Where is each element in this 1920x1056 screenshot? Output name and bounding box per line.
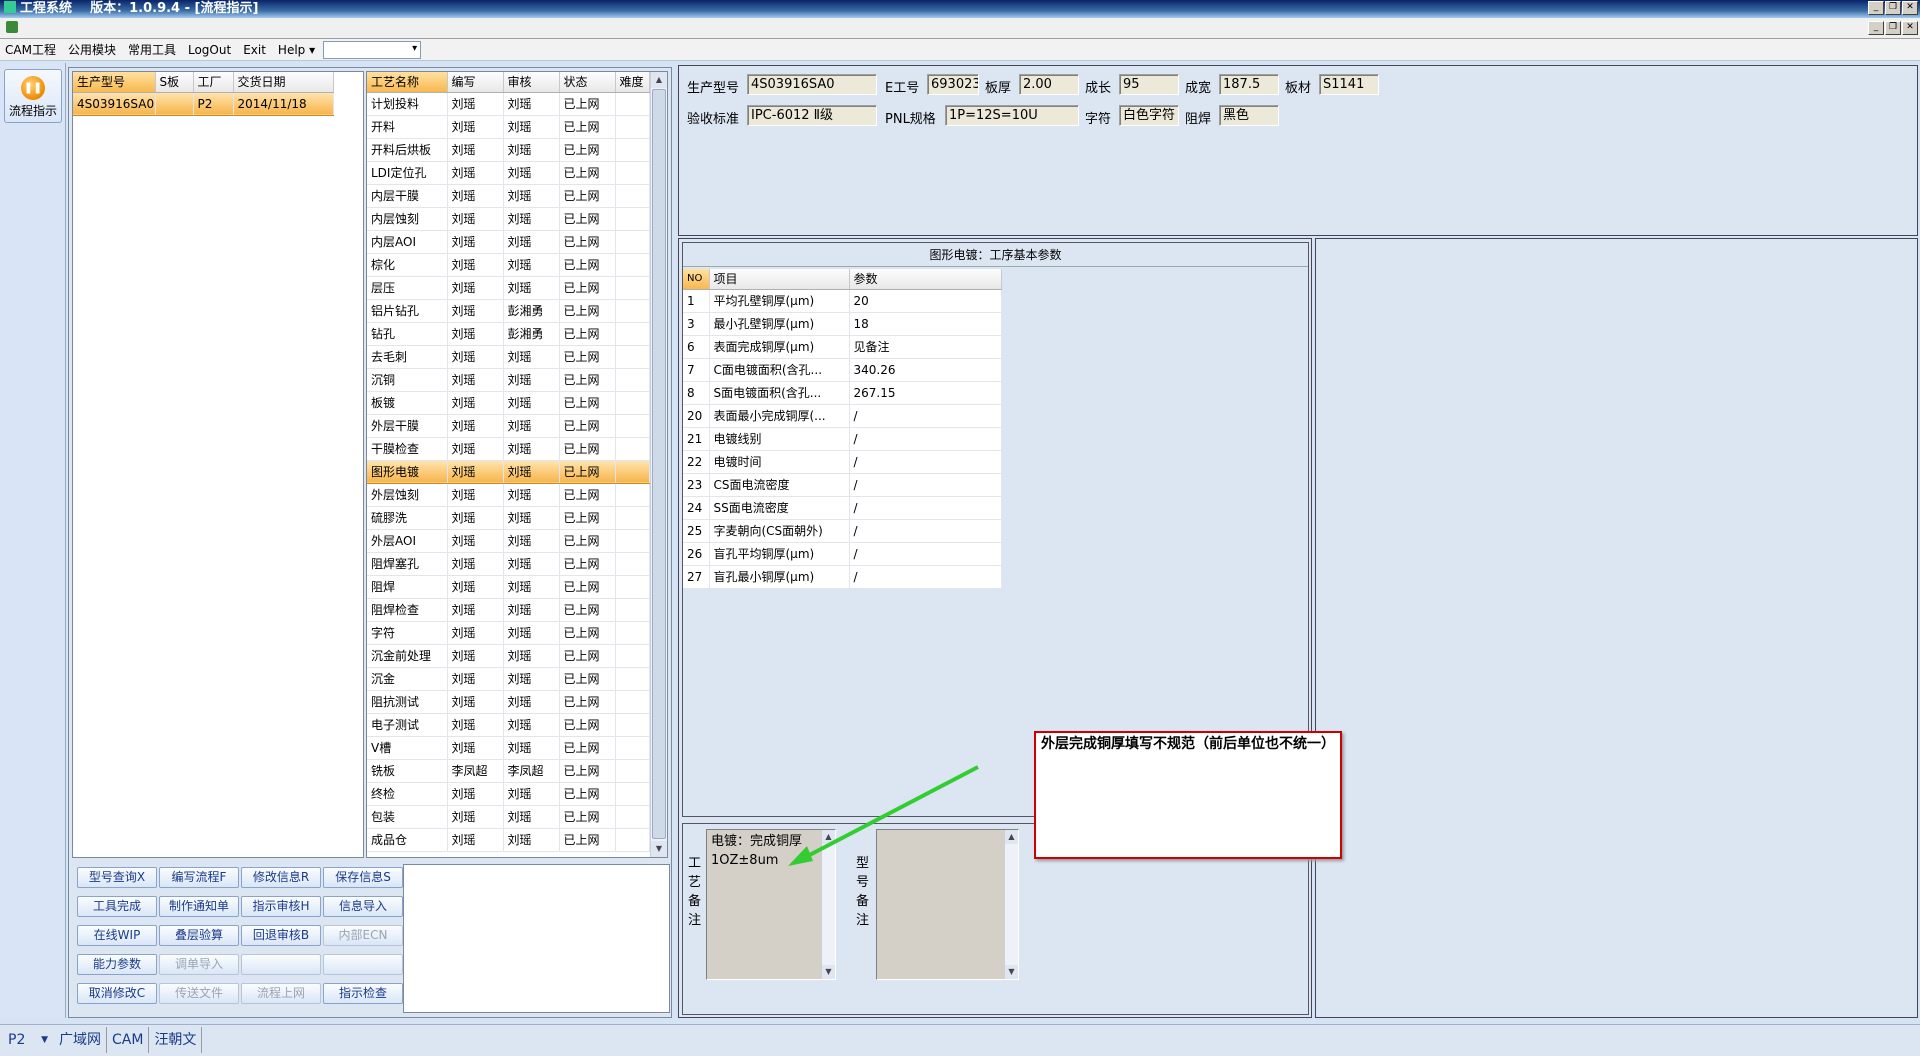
status-user: 汪朝文	[149, 1027, 203, 1053]
annotation-arrow-icon	[788, 765, 979, 866]
status-bar: P2 ▼ 广域网 CAM 汪朝文	[0, 1024, 1920, 1056]
chevron-down-icon: ▼	[41, 1035, 48, 1045]
status-items: 广域网 CAM 汪朝文	[54, 1027, 203, 1053]
annotation-box: 外层完成铜厚填写不规范（前后单位也不统一）	[1034, 731, 1342, 859]
status-network: 广域网	[54, 1027, 107, 1053]
factory-combo[interactable]: P2 ▼	[2, 1027, 50, 1053]
status-dept: CAM	[107, 1027, 150, 1053]
